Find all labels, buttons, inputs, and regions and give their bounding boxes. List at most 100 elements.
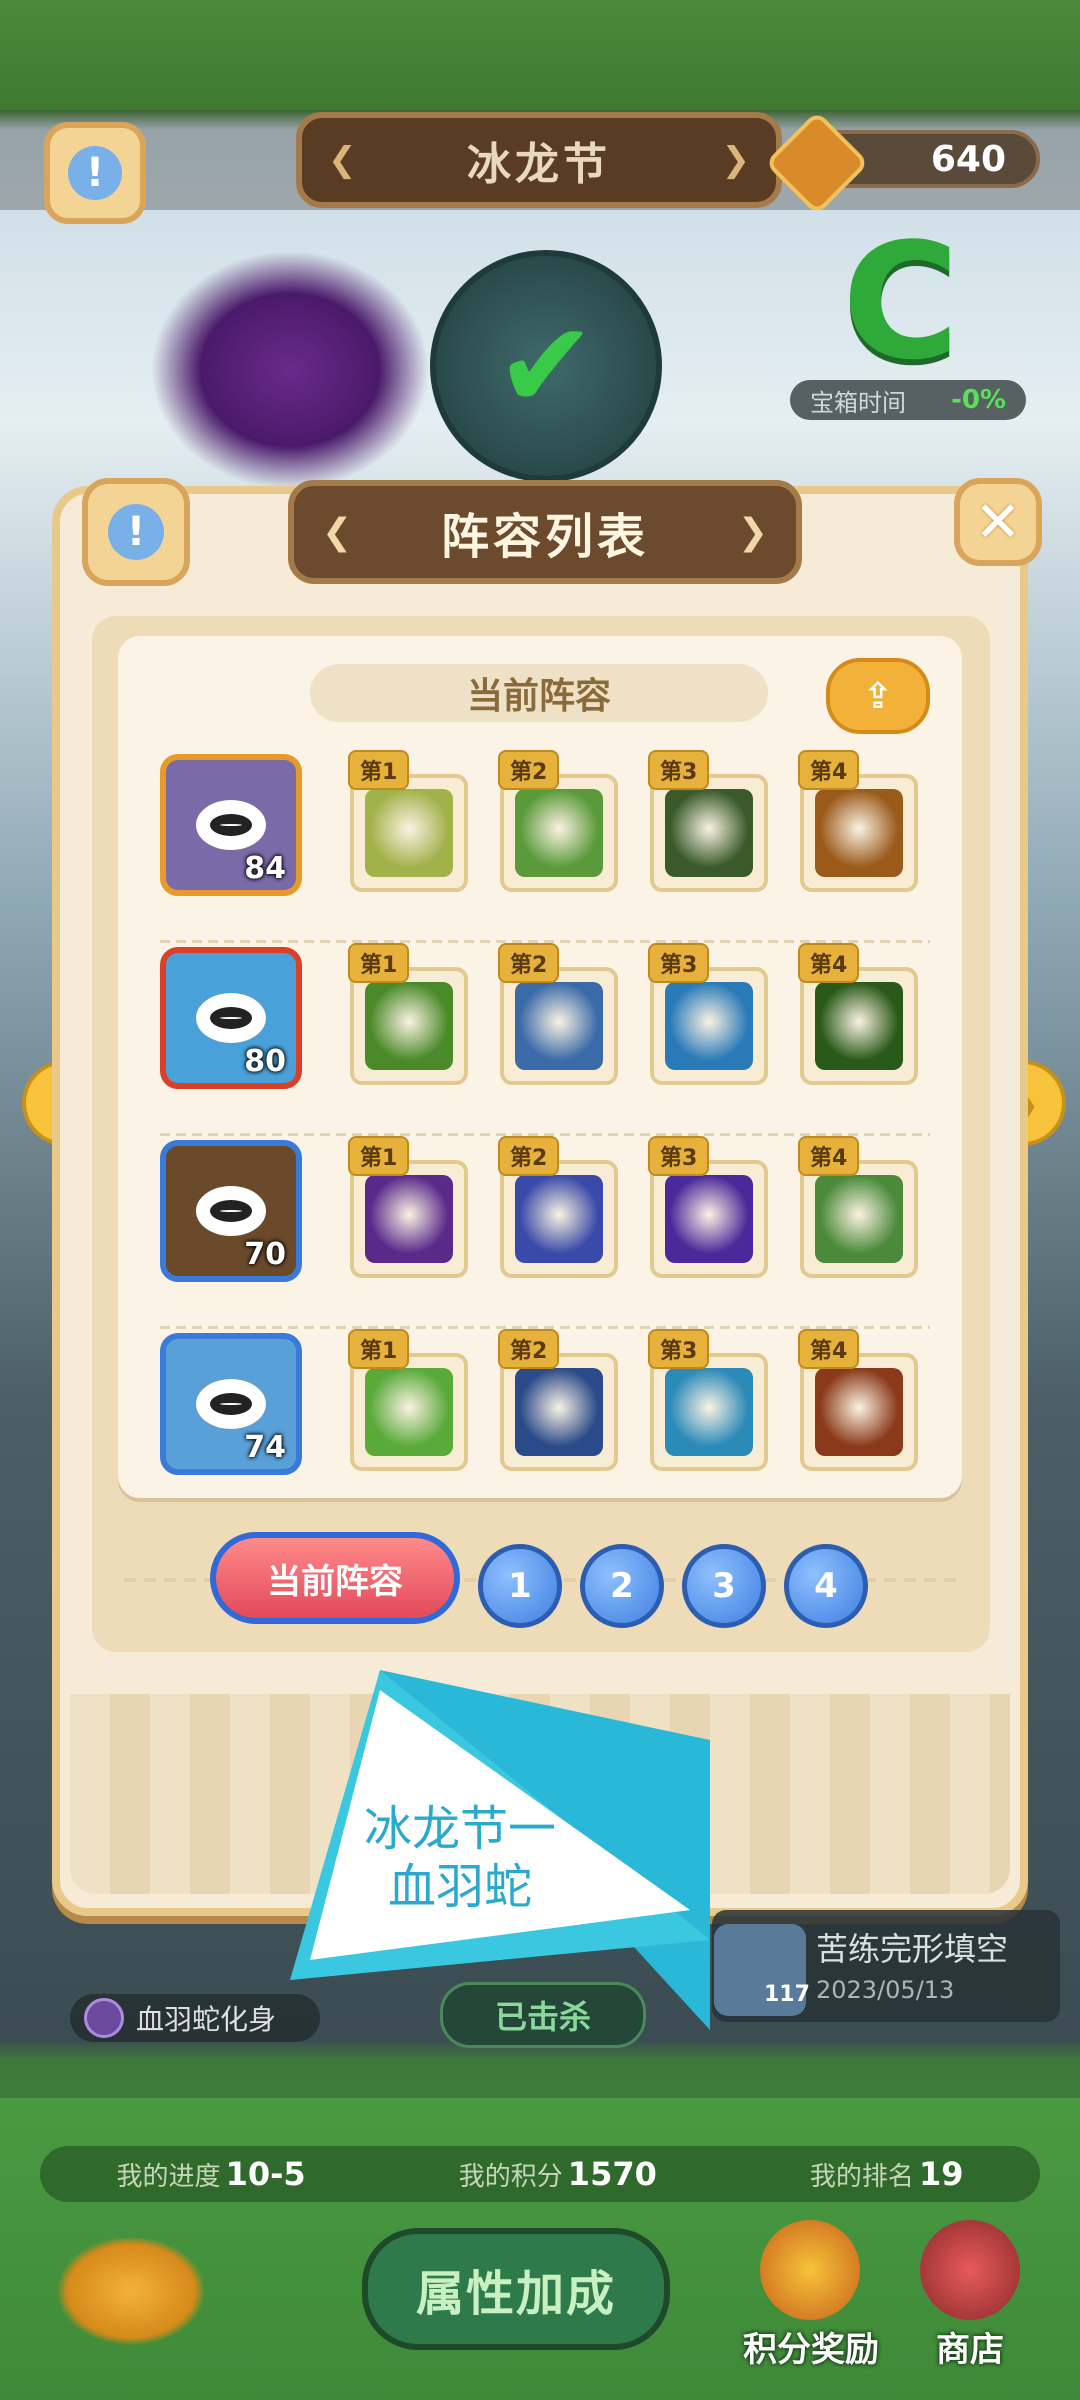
boss-name-pill: 血羽蛇化身 [70, 1994, 320, 2042]
dialog-title: 阵容列表 [440, 509, 649, 565]
checkmark-icon: ✔ [495, 296, 597, 436]
tab-page-3-label: 3 [712, 1566, 736, 1606]
green-cloud-icon[interactable]: 第1 [348, 1329, 468, 1471]
score-reward-label: 积分奖励 [743, 2330, 879, 2370]
attribute-bonus-label: 属性加成 [415, 2266, 616, 2322]
tab-page-2-label: 2 [610, 1566, 634, 1606]
armored-pig-hero-icon[interactable]: 74 [160, 1333, 302, 1475]
chest-time-bar: 宝箱时间 -0% [790, 380, 1026, 420]
left-arrow-ornament-icon: ❮ [328, 140, 357, 180]
tab-page-4[interactable]: 4 [784, 1544, 868, 1628]
shop-label: 商店 [936, 2330, 1004, 2370]
shop-icon [920, 2220, 1020, 2320]
lineup-row: 80 第1 第2 第3 第4 [160, 943, 930, 1133]
boss-name: 血羽蛇化身 [136, 2003, 277, 2036]
skill-order-tag: 第4 [798, 1329, 860, 1369]
share-button[interactable]: ⇪ [826, 658, 930, 734]
section-title-pill: 当前阵容 [310, 664, 768, 722]
hero-face-icon [196, 800, 266, 850]
hero-level: 70 [244, 1237, 286, 1272]
skill-order-tag: 第4 [798, 750, 860, 790]
lion-warrior-icon[interactable]: 第2 [498, 943, 618, 1085]
skill-order-tag: 第3 [648, 750, 710, 790]
score-label: 我的积分 [458, 2162, 563, 2192]
skill-order-tag: 第1 [348, 750, 410, 790]
tab-current-lineup[interactable]: 当前阵容 [210, 1532, 460, 1624]
skill-art [365, 1368, 453, 1456]
skill-order-tag: 第3 [648, 1329, 710, 1369]
coin-count: 640 [930, 138, 1006, 180]
skill-art [815, 1175, 903, 1263]
shop-button[interactable]: 商店 [900, 2220, 1040, 2380]
grade-letter: C [842, 208, 960, 395]
lineup-list: 84 第1 第2 第3 第4 80 第1 第2 第3 第4 70 第1 第2 第3 第4 74 第1 第2 第3 第4 [160, 750, 930, 1519]
score-stat: 我的积分 1570 [459, 2155, 657, 2193]
golden-shield-icon[interactable]: 第1 [348, 750, 468, 892]
info-button[interactable]: ! [44, 122, 146, 224]
skill-art [665, 982, 753, 1070]
attribute-bonus-button[interactable]: 属性加成 [362, 2228, 670, 2350]
tab-page-2[interactable]: 2 [580, 1544, 664, 1628]
skill-art [665, 789, 753, 877]
green-blade-icon[interactable]: 第4 [798, 943, 918, 1085]
close-icon: ✕ [974, 489, 1022, 555]
crystal-strike-icon[interactable]: 第4 [798, 750, 918, 892]
hero-face-icon [196, 1186, 266, 1236]
coin-counter: 640 [764, 110, 1040, 216]
purple-burst-icon[interactable]: 第1 [348, 1136, 468, 1278]
chest-time-value: -0% [951, 385, 1006, 415]
dragon-figure [150, 250, 430, 490]
fishbone-icon[interactable] [56, 2236, 206, 2346]
mole-hero-icon[interactable]: 70 [160, 1140, 302, 1282]
green-armor-icon[interactable]: 第1 [348, 943, 468, 1085]
killed-badge: 已击杀 [440, 1982, 646, 2048]
tab-page-1-label: 1 [508, 1566, 532, 1606]
blue-slash-icon[interactable]: 第2 [498, 1136, 618, 1278]
watermark-line-2: 血羽蛇 [387, 1859, 532, 1915]
tab-page-4-label: 4 [814, 1566, 838, 1606]
hero-level: 74 [244, 1430, 286, 1465]
rank-label: 我的排名 [809, 2162, 914, 2192]
arcane-circle-icon[interactable]: 第3 [648, 1136, 768, 1278]
skill-order-tag: 第4 [798, 1136, 860, 1176]
skill-order-tag: 第3 [648, 1136, 710, 1176]
red-mask-icon[interactable]: 第2 [498, 1329, 618, 1471]
water-spear-icon[interactable]: 第3 [648, 1329, 768, 1471]
skill-order-tag: 第3 [648, 943, 710, 983]
boss-avatar-icon [84, 1998, 124, 2038]
duck-knight-hero-icon[interactable]: 84 [160, 754, 302, 896]
killed-label: 已击杀 [494, 1998, 591, 2036]
score-reward-button[interactable]: 积分奖励 [736, 2220, 886, 2380]
skill-art [815, 789, 903, 877]
close-button[interactable]: ✕ [954, 478, 1042, 566]
dialog-info-button[interactable]: ! [82, 478, 190, 586]
rank-stat: 我的排名 19 [810, 2155, 964, 2193]
skill-art [515, 1368, 603, 1456]
skill-art [665, 1175, 753, 1263]
tab-page-3[interactable]: 3 [682, 1544, 766, 1628]
star-shield-icon[interactable]: 第2 [498, 750, 618, 892]
record-level: 117 [764, 1982, 810, 2007]
peach-plant-icon[interactable]: 第4 [798, 1136, 918, 1278]
blue-fish-hero-icon[interactable]: 80 [160, 947, 302, 1089]
progress-value: 10-5 [225, 2155, 306, 2193]
lineup-row: 70 第1 第2 第3 第4 [160, 1136, 930, 1326]
treasure-chest-icon[interactable]: ✔ [430, 250, 662, 482]
hero-level: 80 [244, 1044, 286, 1079]
hero-face-icon [196, 993, 266, 1043]
event-title-plate: ❮ 冰龙节 ❯ [296, 112, 782, 208]
skill-order-tag: 第1 [348, 943, 410, 983]
record-card: 117 苦练完形填空 2023/05/13 [712, 1910, 1060, 2022]
flame-hammer-icon[interactable]: 第4 [798, 1329, 918, 1471]
skill-order-tag: 第2 [498, 1329, 560, 1369]
watermark-text: 冰龙节一 血羽蛇 [340, 1800, 580, 1916]
info-icon: ! [68, 146, 122, 200]
event-title: 冰龙节 [467, 139, 611, 190]
skill-order-tag: 第1 [348, 1329, 410, 1369]
stats-bar: 我的进度 10-5 我的积分 1570 我的排名 19 [40, 2146, 1040, 2202]
record-title: 苦练完形填空 [816, 1930, 1009, 1968]
dark-helmet-icon[interactable]: 第3 [648, 750, 768, 892]
spear-icon[interactable]: 第3 [648, 943, 768, 1085]
lineup-row: 74 第1 第2 第3 第4 [160, 1329, 930, 1519]
tab-page-1[interactable]: 1 [478, 1544, 562, 1628]
